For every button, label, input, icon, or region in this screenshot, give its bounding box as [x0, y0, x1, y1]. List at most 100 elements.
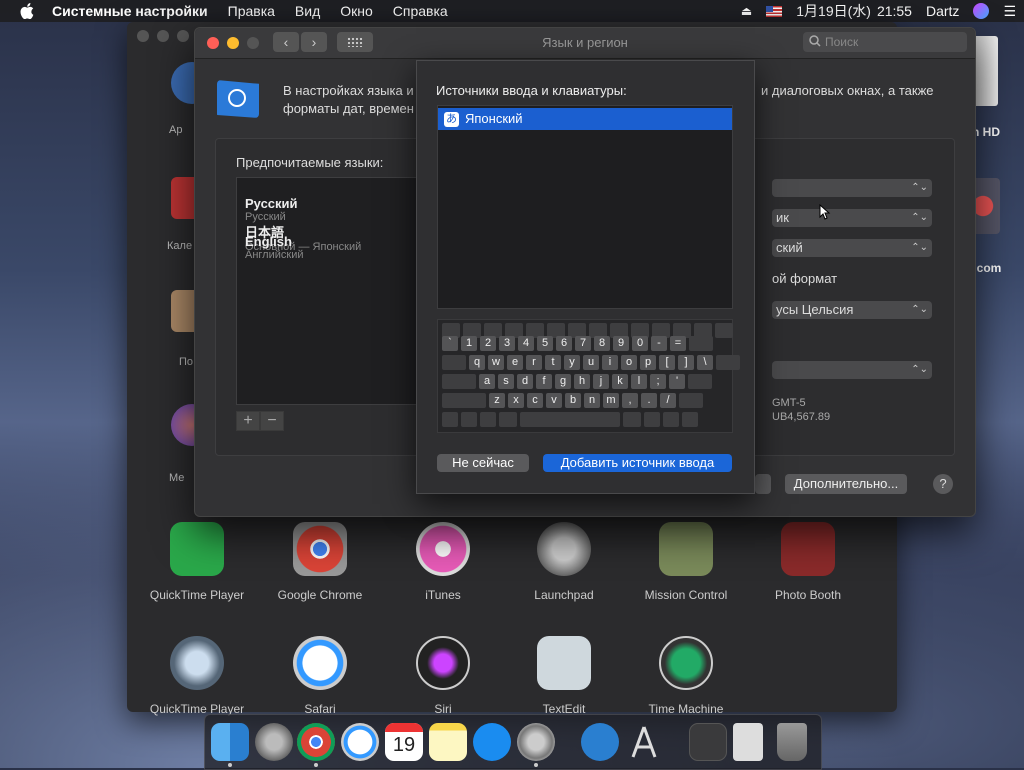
first-day-popup[interactable]: ик ⌃⌄: [772, 209, 932, 227]
keyboard-key: `: [442, 336, 458, 351]
mouse-cursor-icon: [819, 203, 831, 225]
menu-window[interactable]: Окно: [340, 3, 373, 19]
keyboard-key: 8: [594, 336, 610, 351]
directory-utility-dock-icon[interactable]: [625, 723, 663, 761]
number-sample: UB4,567.89: [772, 411, 831, 423]
not-now-button[interactable]: Не сейчас: [437, 454, 529, 472]
chevron-updown-icon: ⌃⌄: [911, 212, 928, 223]
keyboard-key: =: [670, 336, 686, 351]
menubar-date[interactable]: 1月19日(水): [796, 1, 871, 21]
side-label-2: Кале: [167, 240, 193, 252]
trash-dock-icon[interactable]: [777, 723, 807, 761]
calendar-popup[interactable]: ский ⌃⌄: [772, 239, 932, 257]
keyboard-space-row: [442, 412, 698, 427]
input-source-item-japanese[interactable]: あ Японский: [438, 108, 732, 130]
siri-app-icon[interactable]: [416, 636, 470, 690]
keyboard-modifier-key: [442, 374, 476, 389]
mission-control-icon[interactable]: [659, 522, 713, 576]
menu-help[interactable]: Справка: [393, 3, 448, 19]
japanese-input-icon: あ: [444, 112, 459, 128]
globe-flag-icon: [217, 80, 259, 118]
menu-app-name[interactable]: Системные настройки: [52, 3, 208, 19]
eject-icon[interactable]: ⏏: [741, 4, 752, 18]
input-source-list[interactable]: あ Японский: [437, 105, 733, 309]
help-button[interactable]: ?: [933, 474, 953, 494]
system-preferences-dock-icon[interactable]: [517, 723, 555, 761]
siri-icon[interactable]: [973, 3, 990, 19]
chrome-icon[interactable]: [293, 522, 347, 576]
keyboard-key: i: [602, 355, 618, 370]
time-format-label: ой формат: [772, 271, 838, 286]
chevron-updown-icon: ⌃⌄: [911, 242, 928, 253]
document-dock-icon[interactable]: [733, 723, 763, 761]
time-machine-icon[interactable]: [659, 636, 713, 690]
keyboard-key: b: [565, 393, 581, 408]
keyboard-key: p: [640, 355, 656, 370]
chevron-updown-icon: ⌃⌄: [911, 182, 928, 193]
apple-menu-icon[interactable]: [20, 3, 34, 19]
app-label: Photo Booth: [774, 588, 842, 602]
activity-monitor-dock-icon[interactable]: [689, 723, 727, 761]
safari-dock-icon[interactable]: [341, 723, 379, 761]
region-popup[interactable]: ⌃⌄: [772, 179, 932, 197]
remove-language-button[interactable]: −: [260, 411, 284, 431]
keyboard-key: e: [507, 355, 523, 370]
hidden-button-edge[interactable]: [755, 474, 771, 494]
keyboard-key: ': [669, 374, 685, 389]
chevron-updown-icon: ⌃⌄: [911, 364, 928, 375]
search-input[interactable]: Поиск: [803, 32, 967, 52]
keyboard-key: j: [593, 374, 609, 389]
add-language-button[interactable]: +: [236, 411, 260, 431]
keyboard-key: v: [546, 393, 562, 408]
keyboard-key: u: [583, 355, 599, 370]
menubar-user[interactable]: Dartz: [926, 3, 959, 19]
keyboard-key: 6: [556, 336, 572, 351]
add-input-source-button[interactable]: Добавить источник ввода: [543, 454, 732, 472]
advanced-button[interactable]: Дополнительно...: [785, 474, 907, 494]
keyboard-key: 1: [461, 336, 477, 351]
language-list[interactable]: Русский Русский 日本語 Основной — Японский …: [236, 177, 418, 405]
add-remove-buttons: + −: [236, 411, 284, 431]
keyboard-key: /: [660, 393, 676, 408]
finder-icon[interactable]: [211, 723, 249, 761]
safari-icon[interactable]: [293, 636, 347, 690]
gmt-sample: GMT-5: [772, 397, 806, 409]
notification-center-icon[interactable]: ☰: [1003, 3, 1016, 20]
keyboard-key: [: [659, 355, 675, 370]
photo-booth-icon[interactable]: [781, 522, 835, 576]
chevron-updown-icon: ⌃⌄: [911, 304, 928, 315]
quicktime-icon[interactable]: [170, 636, 224, 690]
notes-dock-icon[interactable]: [429, 723, 467, 761]
textedit-icon[interactable]: [537, 636, 591, 690]
search-icon: [809, 35, 821, 47]
keyboard-key: r: [526, 355, 542, 370]
chrome-dock-icon[interactable]: [297, 723, 335, 761]
title-bar: ‹ › Язык и регион Поиск: [195, 28, 975, 59]
input-source-flag-icon[interactable]: [766, 5, 783, 17]
desktop-hd-label[interactable]: n HD: [972, 125, 1000, 139]
calendar-day: 19: [392, 734, 416, 756]
facetime-icon[interactable]: [170, 522, 224, 576]
app-store-dock-icon[interactable]: [473, 723, 511, 761]
list-item[interactable]: English Английский: [245, 234, 304, 261]
keyboard-key: l: [631, 374, 647, 389]
keyboard-key: a: [479, 374, 495, 389]
itunes-icon[interactable]: [416, 522, 470, 576]
calendar-dock-icon[interactable]: 19: [385, 723, 423, 761]
app-label: iTunes: [425, 588, 461, 602]
menubar-time[interactable]: 21:55: [877, 3, 912, 19]
menu-view[interactable]: Вид: [295, 3, 320, 19]
launchpad-dock-icon[interactable]: [255, 723, 293, 761]
keyboard-key: t: [545, 355, 561, 370]
keyboard-key: c: [527, 393, 543, 408]
menu-edit[interactable]: Правка: [228, 3, 275, 19]
wifi-dock-icon[interactable]: [581, 723, 619, 761]
temperature-popup[interactable]: усы Цельсия ⌃⌄: [772, 301, 932, 319]
keyboard-key: ;: [650, 374, 666, 389]
keyboard-modifier-key: [442, 393, 486, 408]
list-item[interactable]: Русский Русский: [245, 196, 298, 223]
keyboard-modifier-key: [689, 336, 713, 351]
text-order-popup[interactable]: ⌃⌄: [772, 361, 932, 379]
keyboard-modifier-key: [716, 355, 740, 370]
launchpad-icon[interactable]: [537, 522, 591, 576]
